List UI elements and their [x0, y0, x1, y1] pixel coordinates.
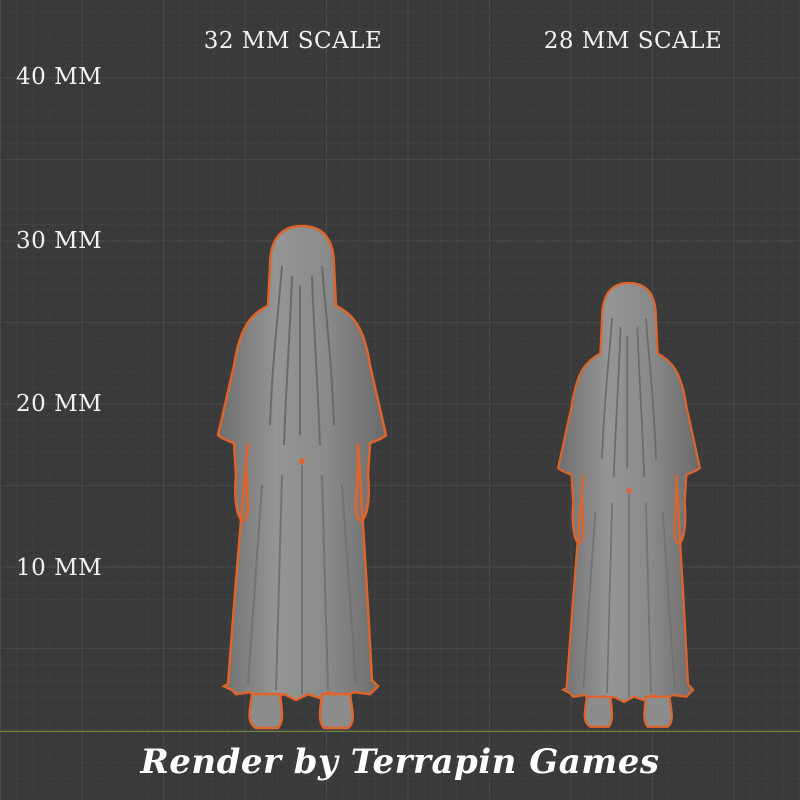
origin-point: [626, 488, 632, 494]
axis-label-20mm: 20 MM: [16, 391, 103, 417]
render-credit: Render by Terrapin Games: [140, 742, 660, 782]
figure-28mm-scale[interactable]: [553, 281, 705, 732]
axis-label-30mm: 30 MM: [16, 228, 103, 254]
scale-label-28mm: 28 MM SCALE: [543, 28, 723, 54]
figure-32mm-scale[interactable]: [212, 224, 392, 734]
ghost-figure-28mm-svg: [556, 281, 702, 728]
axis-label-40mm: 40 MM: [16, 64, 103, 90]
feet: [583, 695, 673, 728]
feet: [248, 692, 354, 730]
origin-point: [299, 458, 305, 465]
render-viewport[interactable]: 40 MM 30 MM 20 MM 10 MM 32 MM SCALE 28 M…: [0, 0, 800, 800]
axis-label-10mm: 10 MM: [16, 555, 103, 581]
ghost-figure-32mm-svg: [216, 224, 388, 730]
scale-label-32mm: 32 MM SCALE: [203, 28, 383, 54]
